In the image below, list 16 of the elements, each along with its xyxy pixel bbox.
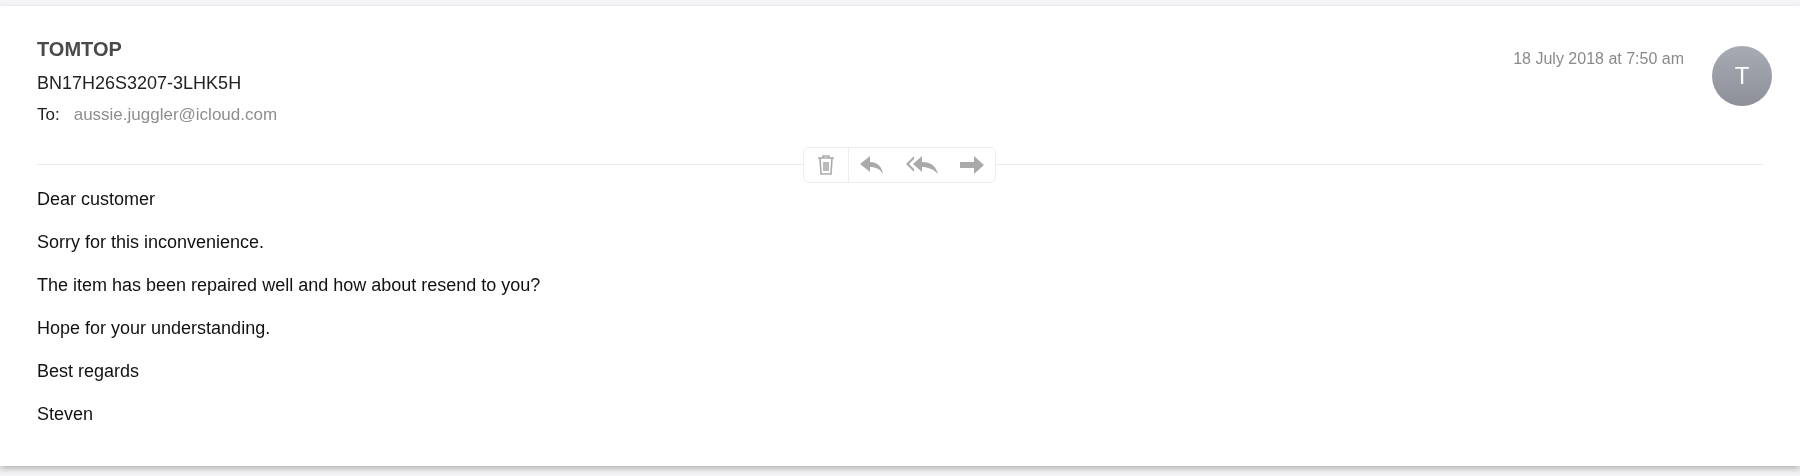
reply-icon (859, 155, 885, 175)
body-text: The item has been repaired well and how about resend to you? (37, 275, 542, 296)
body-text: Steven (37, 404, 95, 425)
reply-all-icon (905, 155, 939, 175)
body-text: Best regards (37, 361, 141, 382)
message-date: 18 July 2018 at 7:50 am (1513, 50, 1684, 68)
body-text: Hope for your understanding. (37, 318, 272, 339)
body-text: Sorry for this inconvenience. (37, 232, 266, 253)
to-label: To: (37, 105, 60, 124)
sender-name: TOMTOP (37, 37, 123, 62)
trash-icon (817, 154, 835, 176)
recipient-address: aussie.juggler@icloud.com (73, 105, 278, 124)
sender-avatar: T (1712, 46, 1772, 106)
subject-line: BN17H26S3207-3LHK5H (37, 72, 243, 94)
forward-arrow-icon (959, 155, 985, 175)
body-text: Dear customer (37, 189, 157, 210)
